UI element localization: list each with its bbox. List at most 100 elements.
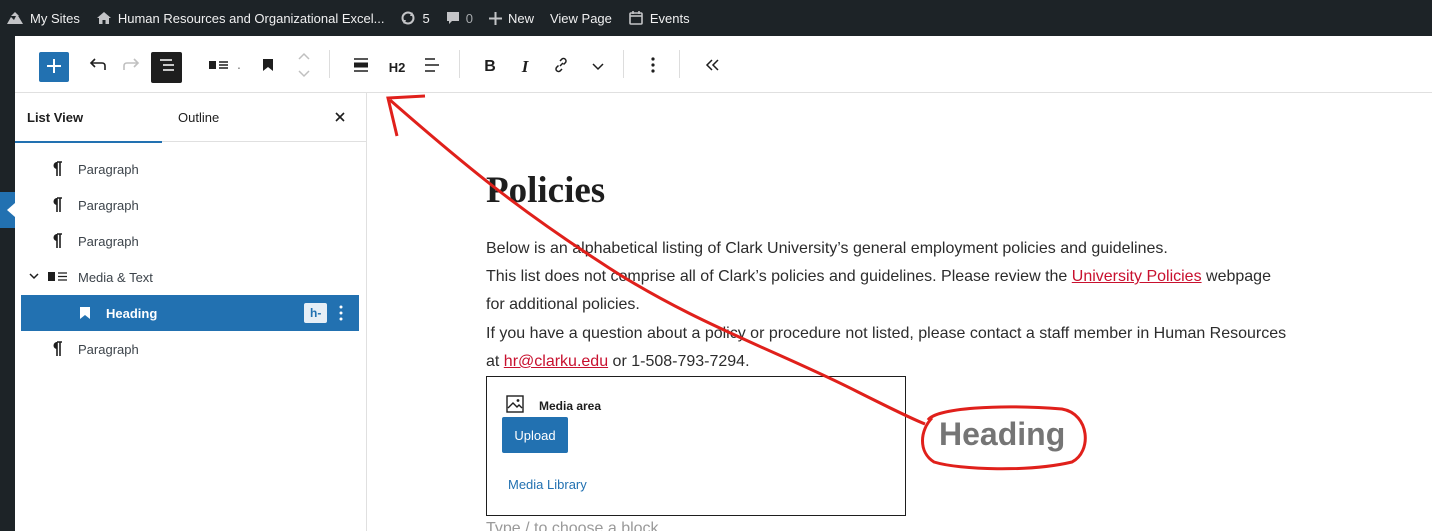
site-name-label: Human Resources and Organizational Excel… — [117, 10, 385, 26]
image-icon — [506, 395, 524, 418]
list-item-label: Paragraph — [78, 197, 139, 213]
toolbar-divider — [623, 50, 624, 78]
toolbar-divider — [459, 50, 460, 78]
site-name-menu[interactable]: Human Resources and Organizational Excel… — [96, 10, 385, 26]
list-item[interactable]: Media & Text — [21, 259, 359, 295]
bold-button[interactable]: B — [477, 54, 503, 80]
chevron-double-left-icon — [704, 58, 720, 77]
list-view-button[interactable] — [151, 52, 182, 83]
paragraph-line[interactable]: If you have a question about a policy or… — [486, 325, 1286, 343]
collapse-menu-tab[interactable] — [0, 192, 16, 228]
tab-list-view[interactable]: List View — [15, 93, 162, 143]
list-item[interactable]: Paragraph — [21, 331, 359, 367]
comments-count: 0 — [465, 10, 473, 26]
updates-menu[interactable]: 5 — [400, 10, 430, 26]
admin-menu-strip — [0, 36, 15, 531]
list-item-label: Paragraph — [78, 161, 139, 177]
bookmark-icon — [262, 58, 274, 77]
vertical-ellipsis-icon — [651, 56, 655, 78]
text-align-button[interactable] — [419, 54, 445, 80]
chevron-down-icon[interactable] — [298, 66, 310, 84]
redo-button[interactable] — [118, 54, 144, 80]
link-button[interactable] — [548, 54, 574, 80]
block-options-button[interactable] — [642, 54, 664, 80]
block-appender[interactable]: Type / to choose a block — [486, 520, 659, 531]
plus-icon — [47, 58, 61, 76]
plus-icon — [488, 11, 502, 25]
editor-canvas[interactable]: Policies Below is an alphabetical listin… — [368, 93, 1432, 531]
heading-anchor-badge: h- — [304, 303, 328, 323]
media-library-button[interactable]: Media Library — [508, 477, 587, 492]
italic-button[interactable]: I — [512, 54, 538, 80]
view-page-label: View Page — [549, 10, 612, 26]
add-block-button[interactable] — [39, 52, 69, 82]
list-item-label: Heading — [106, 305, 158, 321]
media-text-icon — [48, 271, 68, 282]
list-item-selected[interactable]: Heading h- — [21, 295, 359, 331]
list-item[interactable]: Paragraph — [21, 151, 359, 187]
chevron-down-icon[interactable] — [29, 273, 39, 280]
calendar-icon — [628, 10, 644, 26]
paragraph-icon — [51, 341, 63, 357]
undo-icon — [89, 57, 107, 77]
close-sidebar-button[interactable] — [331, 108, 349, 126]
paragraph-icon — [51, 233, 63, 249]
new-content-menu[interactable]: New — [488, 10, 534, 26]
italic-icon: I — [521, 57, 529, 76]
tab-outline[interactable]: Outline — [178, 93, 219, 142]
chevron-up-icon[interactable] — [298, 48, 310, 66]
paragraph-line[interactable]: for additional policies. — [486, 296, 640, 314]
link-icon — [553, 57, 569, 78]
admin-bar: My Sites Human Resources and Organizatio… — [0, 0, 1432, 36]
dot-icon: · — [236, 59, 242, 75]
heading-placeholder[interactable]: Heading — [939, 416, 1065, 453]
comment-icon — [446, 11, 460, 25]
paragraph-line[interactable]: at hr@clarku.edu or 1-508-793-7294. — [486, 353, 750, 371]
undo-button[interactable] — [85, 54, 111, 80]
editor-toolbar: · H2 B I — [15, 36, 1432, 93]
heading-level-button[interactable]: H2 — [382, 54, 412, 80]
list-item[interactable]: Paragraph — [21, 187, 359, 223]
block-type-switcher[interactable] — [205, 54, 233, 80]
new-label: New — [507, 10, 534, 26]
my-sites-label: My Sites — [30, 10, 80, 26]
paragraph-text: or 1-508-793-7294. — [608, 353, 750, 370]
page-title[interactable]: Policies — [486, 169, 605, 212]
paragraph-icon — [51, 197, 63, 213]
toolbar-divider — [679, 50, 680, 78]
more-formatting-button[interactable] — [587, 54, 609, 80]
list-item-label: Paragraph — [78, 341, 139, 357]
updates-icon — [400, 10, 416, 26]
move-buttons[interactable] — [293, 48, 315, 84]
paragraph-line[interactable]: This list does not comprise all of Clark… — [486, 268, 1271, 286]
paragraph-icon — [51, 161, 63, 177]
align-button[interactable] — [348, 54, 374, 80]
collapse-toolbar-button[interactable] — [699, 54, 725, 80]
align-icon — [353, 57, 369, 77]
view-page-link[interactable]: View Page — [550, 11, 612, 26]
list-item-label: Paragraph — [78, 233, 139, 249]
editor-screen: My Sites Human Resources and Organizatio… — [0, 0, 1432, 531]
media-text-icon — [208, 58, 230, 76]
list-item[interactable]: Paragraph — [21, 223, 359, 259]
paragraph-line[interactable]: Below is an alphabetical listing of Clar… — [486, 240, 1168, 258]
upload-button[interactable]: Upload — [502, 417, 568, 453]
chevron-down-icon — [592, 58, 604, 76]
close-icon — [331, 112, 349, 130]
events-menu[interactable]: Events — [628, 10, 690, 26]
my-sites-menu[interactable]: My Sites — [6, 11, 80, 26]
paragraph-text: This list does not comprise all of Clark… — [486, 268, 1072, 285]
bold-icon: B — [484, 58, 496, 75]
paragraph-text: at — [486, 353, 504, 370]
bookmark-block-button[interactable] — [255, 54, 281, 80]
vertical-ellipsis-icon[interactable] — [339, 305, 343, 321]
bookmark-icon — [79, 306, 91, 320]
comments-menu[interactable]: 0 — [446, 11, 473, 26]
home-icon — [96, 11, 112, 25]
text-align-icon — [424, 57, 440, 77]
drag-handle[interactable]: · — [233, 54, 245, 80]
redo-icon — [122, 57, 140, 77]
updates-count: 5 — [422, 10, 430, 26]
email-link[interactable]: hr@clarku.edu — [504, 353, 608, 370]
university-policies-link[interactable]: University Policies — [1072, 268, 1202, 285]
